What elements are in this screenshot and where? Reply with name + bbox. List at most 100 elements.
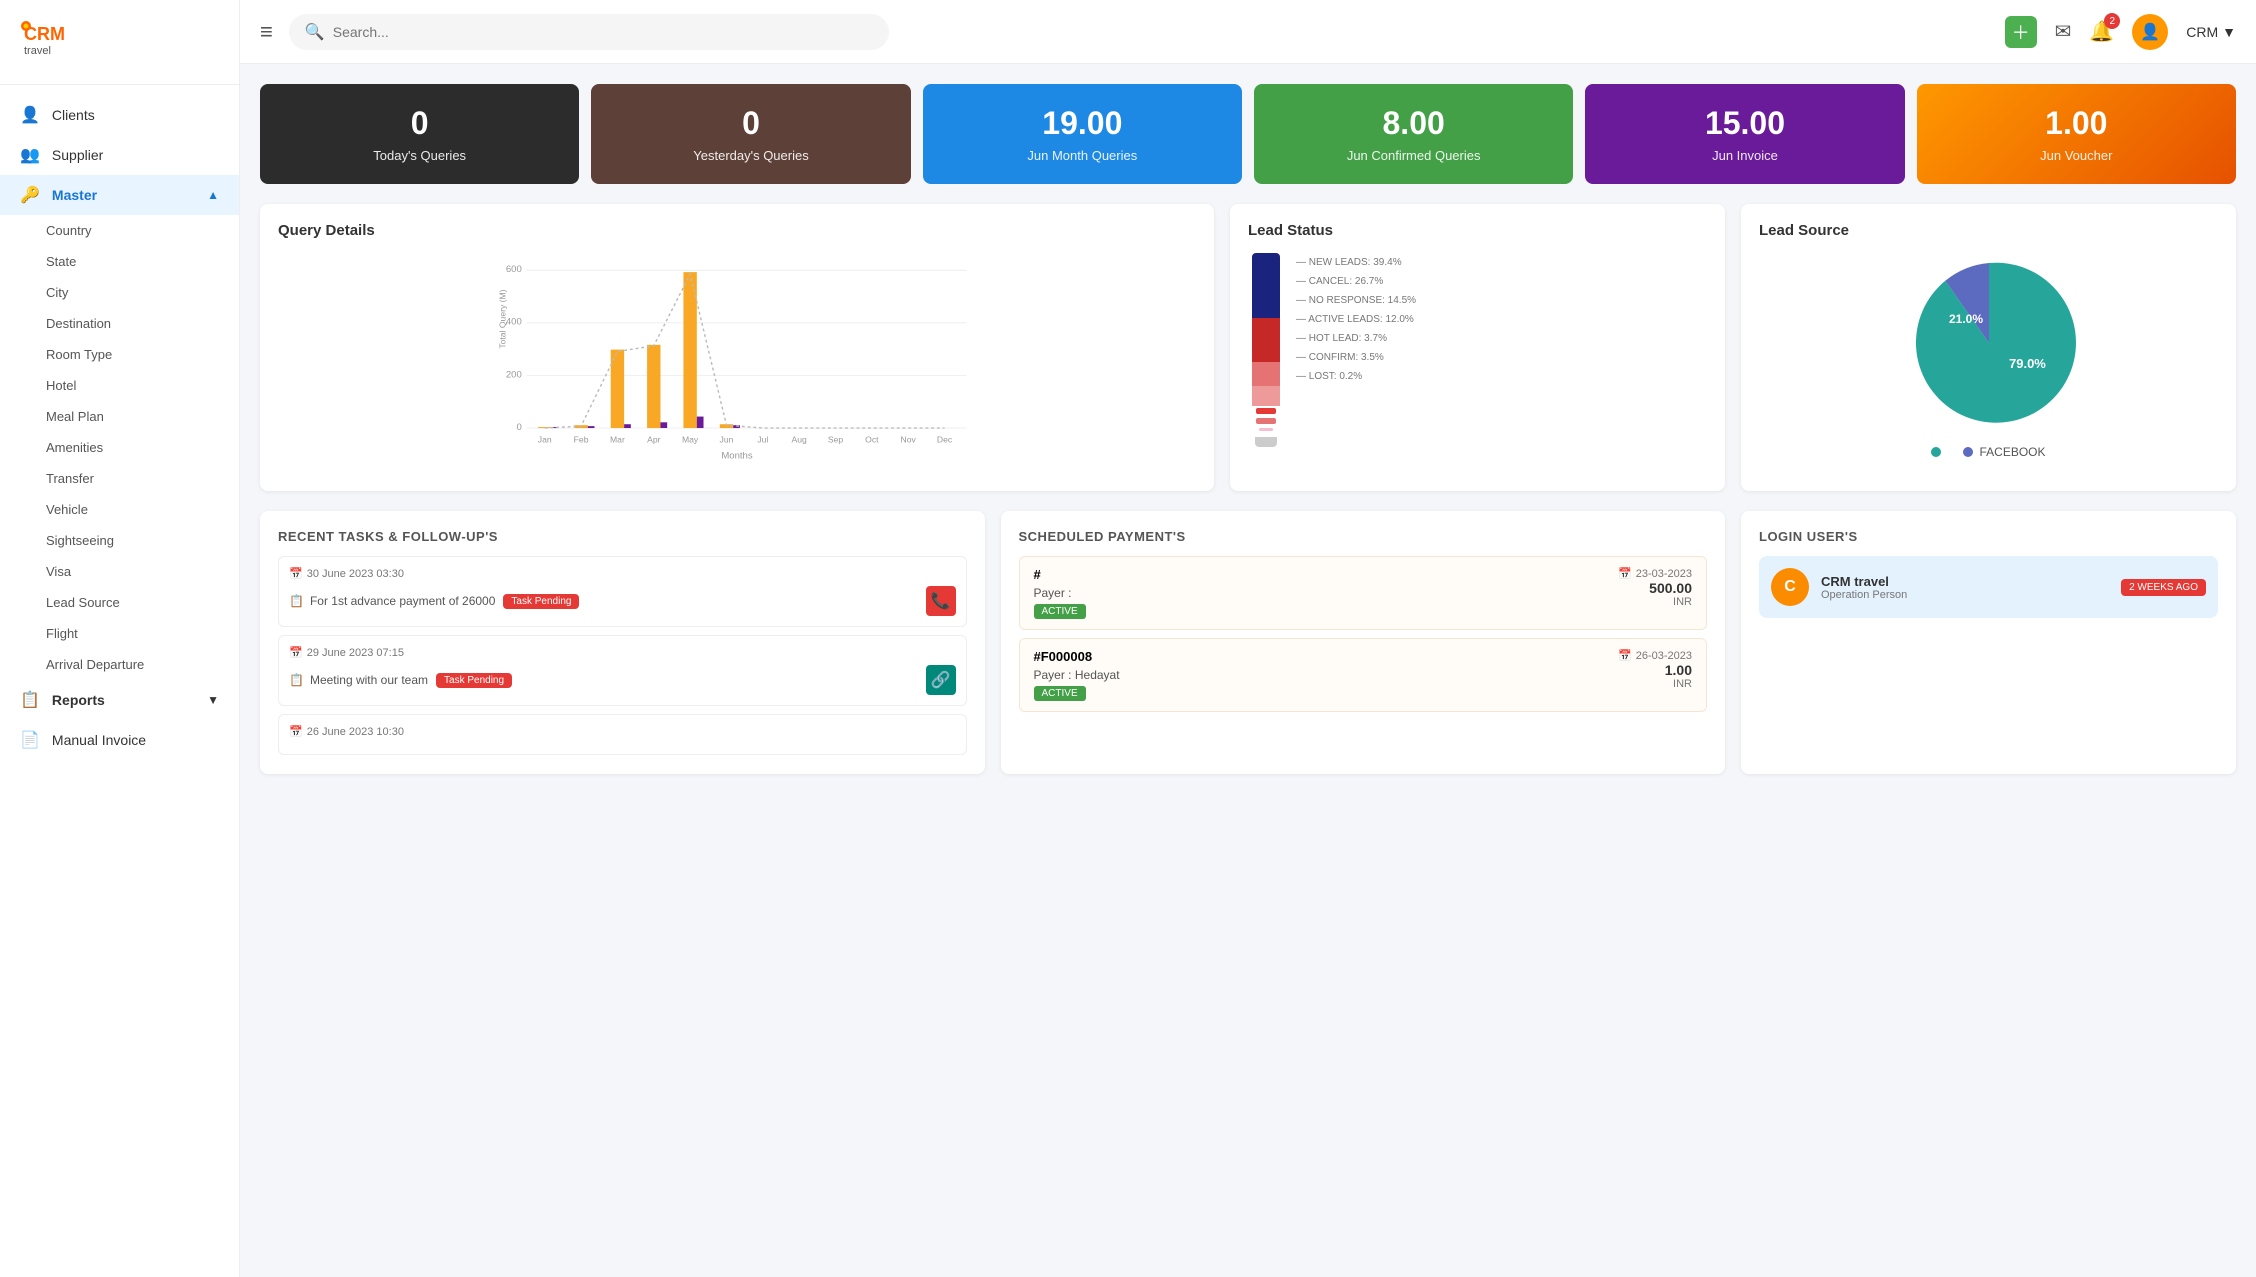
sidebar-item-room-type[interactable]: Room Type — [0, 339, 239, 370]
sidebar-item-transfer[interactable]: Transfer — [0, 463, 239, 494]
sidebar-item-amenities[interactable]: Amenities — [0, 432, 239, 463]
today-queries-value: 0 — [411, 105, 429, 142]
clients-icon: 👤 — [20, 105, 40, 125]
task-date-2: 📅 29 June 2023 07:15 — [289, 646, 404, 659]
lead-status-cancel: — CANCEL: 26.7% — [1296, 276, 1707, 287]
sidebar-item-arrival-departure[interactable]: Arrival Departure — [0, 649, 239, 680]
sidebar-item-city[interactable]: City — [0, 277, 239, 308]
task-action-2[interactable]: 🔗 — [926, 665, 956, 695]
reports-arrow-icon: ▼ — [207, 693, 219, 707]
query-chart-card: Query Details 600 400 200 0 T — [260, 204, 1214, 491]
master-icon: 🔑 — [20, 185, 40, 205]
payment-amount-1: 500.00 — [1618, 580, 1692, 596]
svg-text:Jul: Jul — [757, 434, 768, 444]
yesterday-queries-value: 0 — [742, 105, 760, 142]
lead-status-hot: — HOT LEAD: 3.7% — [1296, 333, 1707, 344]
stat-card-yesterday-queries[interactable]: 0 Yesterday's Queries — [591, 84, 910, 184]
header: ≡ 🔍 ＋ ✉ 🔔 2 👤 CRM ▼ — [240, 0, 2256, 64]
jun-month-label: Jun Month Queries — [1027, 148, 1137, 163]
task-item-1: 📅 30 June 2023 03:30 📋 For 1st advance p… — [278, 556, 967, 627]
query-chart-title: Query Details — [278, 222, 1196, 239]
lead-source-card: Lead Source 79.0% 21.0% — [1741, 204, 2236, 491]
sidebar-item-lead-source[interactable]: Lead Source — [0, 587, 239, 618]
lead-status-title: Lead Status — [1248, 222, 1707, 239]
task-badge-2: Task Pending — [436, 673, 512, 688]
payment-status-1: ACTIVE — [1034, 604, 1086, 619]
user-avatar[interactable]: 👤 — [2132, 14, 2168, 50]
lead-status-card: Lead Status — NEW LE — [1230, 204, 1725, 491]
sidebar-item-reports[interactable]: 📋 Reports ▼ — [0, 680, 239, 720]
manual-invoice-icon: 📄 — [20, 730, 40, 750]
login-user-item-1: C CRM travel Operation Person 2 WEEKS AG… — [1759, 556, 2218, 618]
svg-text:0: 0 — [516, 422, 521, 433]
reports-icon: 📋 — [20, 690, 40, 710]
task-item-3: 📅 26 June 2023 10:30 — [278, 714, 967, 755]
notification-badge: 2 — [2104, 13, 2120, 29]
sidebar-item-meal-plan[interactable]: Meal Plan — [0, 401, 239, 432]
stat-cards: 0 Today's Queries 0 Yesterday's Queries … — [260, 84, 2236, 184]
login-users-title: LOGIN USER'S — [1759, 529, 2218, 544]
payments-card: SCHEDULED PAYMENT'S # Payer : ACTIVE 📅 2… — [1001, 511, 1726, 774]
task-desc-1: 📋 For 1st advance payment of 26000 — [289, 594, 495, 608]
sidebar-item-vehicle[interactable]: Vehicle — [0, 494, 239, 525]
login-user-role-1: Operation Person — [1821, 589, 2109, 601]
pie-chart-svg: 79.0% 21.0% — [1899, 253, 2079, 433]
login-user-info-1: CRM travel Operation Person — [1821, 574, 2109, 601]
sidebar-logo: CRM travel — [0, 0, 239, 85]
stat-card-today-queries[interactable]: 0 Today's Queries — [260, 84, 579, 184]
svg-text:200: 200 — [506, 369, 522, 380]
stat-card-jun-month[interactable]: 19.00 Jun Month Queries — [923, 84, 1242, 184]
svg-text:Apr: Apr — [647, 434, 661, 444]
search-icon: 🔍 — [305, 22, 325, 42]
login-user-name-1: CRM travel — [1821, 574, 2109, 589]
hamburger-icon[interactable]: ≡ — [260, 19, 273, 45]
user-name[interactable]: CRM ▼ — [2186, 24, 2236, 40]
sidebar-item-sightseeing[interactable]: Sightseeing — [0, 525, 239, 556]
bar-chart-container: 600 400 200 0 Total Query (M) — [278, 253, 1196, 473]
payment-payer-2: Payer : Hedayat — [1034, 668, 1120, 682]
sidebar-item-clients[interactable]: 👤 Clients — [0, 95, 239, 135]
payment-item-1: # Payer : ACTIVE 📅 23-03-2023 500.00 INR — [1019, 556, 1708, 630]
today-queries-label: Today's Queries — [373, 148, 466, 163]
sidebar-item-visa[interactable]: Visa — [0, 556, 239, 587]
mail-icon[interactable]: ✉ — [2055, 19, 2072, 44]
lead-status-confirm: — CONFIRM: 3.5% — [1296, 352, 1707, 363]
sidebar-item-flight[interactable]: Flight — [0, 618, 239, 649]
jun-invoice-label: Jun Invoice — [1712, 148, 1778, 163]
bell-icon[interactable]: 🔔 2 — [2089, 19, 2114, 44]
sidebar-item-state[interactable]: State — [0, 246, 239, 277]
sidebar-item-hotel[interactable]: Hotel — [0, 370, 239, 401]
pie-dot-green — [1931, 447, 1941, 457]
sidebar-item-manual-invoice[interactable]: 📄 Manual Invoice — [0, 720, 239, 760]
login-user-avatar-1: C — [1771, 568, 1809, 606]
lead-status-new: — NEW LEADS: 39.4% — [1296, 257, 1707, 268]
sidebar-item-destination[interactable]: Destination — [0, 308, 239, 339]
yesterday-queries-label: Yesterday's Queries — [693, 148, 808, 163]
sidebar-item-country[interactable]: Country — [0, 215, 239, 246]
payment-date-1: 📅 23-03-2023 — [1618, 567, 1692, 580]
svg-text:May: May — [682, 434, 699, 444]
payment-status-2: ACTIVE — [1034, 686, 1086, 701]
search-input[interactable] — [333, 24, 873, 40]
payment-currency-1: INR — [1618, 596, 1692, 608]
svg-text:Oct: Oct — [865, 434, 879, 444]
sidebar-item-supplier[interactable]: 👥 Supplier — [0, 135, 239, 175]
sidebar-item-master[interactable]: 🔑 Master ▲ — [0, 175, 239, 215]
pie-legend-item-facebook: FACEBOOK — [1963, 445, 2045, 459]
stat-card-jun-voucher[interactable]: 1.00 Jun Voucher — [1917, 84, 2236, 184]
task-action-1[interactable]: 📞 — [926, 586, 956, 616]
svg-text:Mar: Mar — [610, 434, 625, 444]
payment-date-2: 📅 26-03-2023 — [1618, 649, 1692, 662]
svg-text:Jan: Jan — [538, 434, 552, 444]
main-content: ≡ 🔍 ＋ ✉ 🔔 2 👤 CRM ▼ 0 Today's Queries — [240, 0, 2256, 1277]
tasks-title: RECENT TASKS & FOLLOW-UP'S — [278, 529, 967, 544]
stat-card-jun-confirmed[interactable]: 8.00 Jun Confirmed Queries — [1254, 84, 1573, 184]
charts-row: Query Details 600 400 200 0 T — [260, 204, 2236, 491]
plus-icon[interactable]: ＋ — [2005, 16, 2037, 48]
stat-card-jun-invoice[interactable]: 15.00 Jun Invoice — [1585, 84, 1904, 184]
bar-chart-svg: 600 400 200 0 Total Query (M) — [278, 253, 1196, 473]
task-date-1: 📅 30 June 2023 03:30 — [289, 567, 404, 580]
payments-scroll[interactable]: # Payer : ACTIVE 📅 23-03-2023 500.00 INR — [1019, 556, 1708, 720]
tasks-scroll[interactable]: 📅 30 June 2023 03:30 📋 For 1st advance p… — [278, 556, 967, 756]
svg-text:600: 600 — [506, 264, 522, 275]
